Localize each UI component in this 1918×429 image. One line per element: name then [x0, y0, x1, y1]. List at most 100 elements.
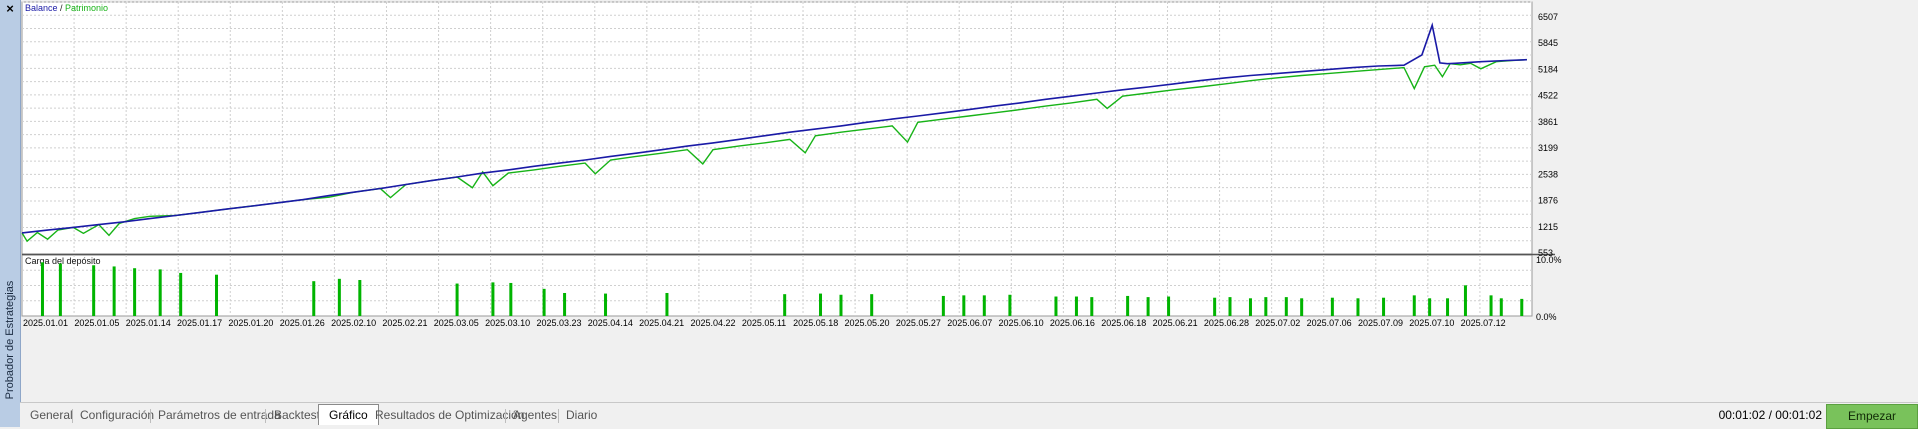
x-tick-label: 2025.03.05	[434, 318, 479, 328]
deposit-load-bar	[1382, 297, 1386, 316]
tester-tab-bar: General Configuración Parámetros de entr…	[20, 402, 1918, 429]
deposit-load-bar	[1054, 296, 1058, 316]
deposit-load-bar	[783, 294, 787, 316]
y-tick-label: 3861	[1538, 117, 1558, 127]
deposit-load-bar	[58, 263, 62, 316]
x-tick-label: 2025.06.16	[1050, 318, 1095, 328]
x-tick-label: 2025.07.06	[1307, 318, 1352, 328]
x-tick-label: 2025.03.10	[485, 318, 530, 328]
deposit-load-bar	[1248, 298, 1252, 316]
deposit-load-bar	[819, 293, 823, 316]
deposit-load-bar	[839, 294, 843, 316]
tab-resultados-optimizacion[interactable]: Resultados de Optimización	[375, 407, 524, 424]
y-tick-label: 5184	[1538, 64, 1558, 74]
deposit-load-bar	[1074, 296, 1078, 316]
x-tick-label: 2025.03.23	[536, 318, 581, 328]
tab-agentes[interactable]: Agentes	[513, 407, 557, 424]
tab-parametros-entrada[interactable]: Parámetros de entrada	[158, 407, 281, 424]
legend-separator: /	[58, 3, 66, 13]
deposit-load-bar	[1146, 297, 1150, 316]
x-tick-label: 2025.07.02	[1255, 318, 1300, 328]
x-tick-label: 2025.06.21	[1153, 318, 1198, 328]
y-tick-label: 2538	[1538, 169, 1558, 179]
x-tick-label: 2025.05.18	[793, 318, 838, 328]
x-tick-label: 2025.06.07	[947, 318, 992, 328]
x-tick-label: 2025.06.28	[1204, 318, 1249, 328]
deposit-load-bar	[1300, 298, 1304, 316]
x-tick-label: 2025.04.21	[639, 318, 684, 328]
x-tick-label: 2025.07.12	[1461, 318, 1506, 328]
tab-diario[interactable]: Diario	[566, 407, 597, 424]
x-tick-label: 2025.01.14	[126, 318, 171, 328]
deposit-load-bar	[133, 268, 137, 316]
deposit-load-bar	[1446, 298, 1450, 316]
deposit-load-bar	[604, 293, 608, 316]
y-tick-label: 4522	[1538, 91, 1558, 101]
deposit-load-bar	[1284, 297, 1288, 316]
x-tick-label: 2025.04.14	[588, 318, 633, 328]
deposit-load-bar	[491, 282, 495, 316]
deposit-load-bar	[1167, 296, 1171, 316]
tab-general[interactable]: General	[30, 407, 73, 424]
x-tick-label: 2025.07.09	[1358, 318, 1403, 328]
tab-separator	[505, 409, 506, 423]
deposit-load-panel	[21, 254, 1533, 317]
deposit-load-bar	[337, 278, 341, 316]
strategy-tester-sidebar: × Probador de Estrategias	[0, 0, 21, 427]
chart-area: 6507584551844522386131992538187612155531…	[21, 1, 1562, 328]
x-tick-label: 2025.01.26	[280, 318, 325, 328]
deposit-load-bar	[1228, 297, 1232, 316]
deposit-load-bar	[1008, 294, 1012, 316]
legend-balance: Balance	[25, 3, 58, 13]
x-tick-label: 2025.05.20	[845, 318, 890, 328]
x-tick-label: 2025.04.22	[690, 318, 735, 328]
start-button[interactable]: Empezar	[1826, 404, 1918, 429]
deposit-load-title: Carga del depósito	[25, 256, 101, 266]
deposit-load-bar	[1499, 298, 1503, 316]
deposit-load-bar	[358, 280, 362, 316]
balance-chart-panel	[21, 1, 1533, 255]
deposit-load-bar	[1213, 297, 1217, 316]
tab-grafico[interactable]: Gráfico	[318, 404, 379, 425]
deposit-load-bar	[455, 283, 459, 316]
deposit-load-bar	[1090, 297, 1094, 316]
chart-legend: Balance / Patrimonio	[25, 3, 108, 13]
x-tick-label: 2025.07.10	[1409, 318, 1454, 328]
x-tick-label: 2025.02.10	[331, 318, 376, 328]
legend-equity: Patrimonio	[65, 3, 108, 13]
x-tick-label: 2025.02.21	[382, 318, 427, 328]
load-y-tick-label: 10.0%	[1536, 255, 1562, 265]
deposit-load-bar	[941, 295, 945, 316]
y-tick-label: 1215	[1538, 222, 1558, 232]
x-tick-label: 2025.05.27	[896, 318, 941, 328]
deposit-load-bar	[542, 288, 546, 316]
load-y-tick-label: 0.0%	[1536, 312, 1557, 322]
x-tick-label: 2025.06.18	[1101, 318, 1146, 328]
x-tick-label: 2025.01.20	[228, 318, 273, 328]
elapsed-timer: 00:01:02 / 00:01:02	[1718, 408, 1822, 422]
deposit-load-bar	[563, 292, 567, 316]
deposit-load-bar	[1489, 295, 1493, 316]
x-tick-label: 2025.05.11	[742, 318, 786, 328]
deposit-load-bar	[962, 295, 966, 316]
deposit-load-bar	[215, 274, 219, 316]
x-tick-label: 2025.06.10	[999, 318, 1044, 328]
x-tick-label: 2025.01.17	[177, 318, 222, 328]
deposit-load-bar	[1428, 298, 1432, 316]
x-tick-label: 2025.01.05	[74, 318, 119, 328]
tab-backtest[interactable]: Backtest	[274, 407, 320, 424]
deposit-load-bar	[1330, 297, 1334, 316]
tab-configuracion[interactable]: Configuración	[80, 407, 154, 424]
tab-separator	[150, 409, 151, 423]
close-icon[interactable]: ×	[0, 0, 20, 18]
deposit-load-bar	[158, 269, 162, 316]
x-tick-label: 2025.01.01	[23, 318, 68, 328]
y-tick-label: 3199	[1538, 143, 1558, 153]
deposit-load-bar	[1520, 298, 1524, 316]
tab-separator	[72, 409, 73, 423]
deposit-load-bar	[982, 295, 986, 316]
deposit-load-bar	[40, 262, 44, 316]
deposit-load-bar	[870, 294, 874, 316]
deposit-load-bar	[179, 272, 183, 316]
deposit-load-bar	[1264, 297, 1268, 316]
